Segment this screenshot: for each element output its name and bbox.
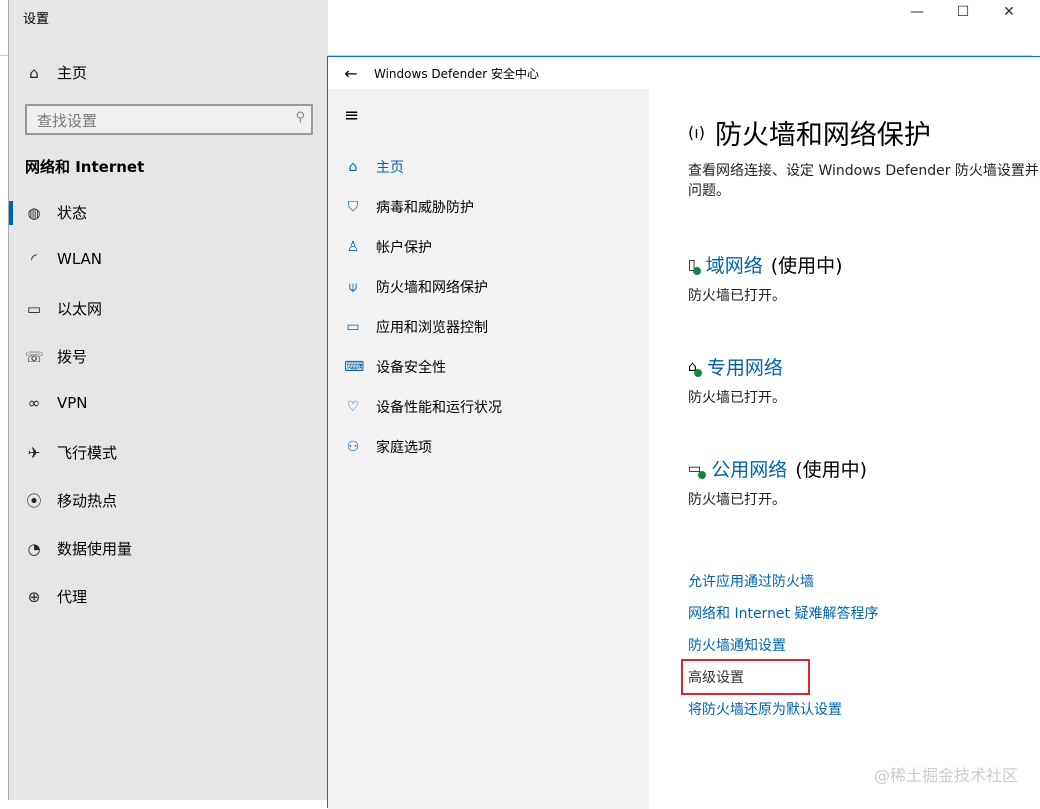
item-label: 飞行模式 — [57, 444, 118, 462]
item-label: 数据使用量 — [57, 540, 133, 558]
network-status: 防火墙已打开。 — [688, 492, 786, 508]
defender-titlebar: ← Windows Defender 安全中心 — [328, 57, 1040, 89]
item-label: WLAN — [57, 250, 103, 268]
nav-home[interactable]: ⌂ 主页 — [344, 157, 404, 177]
person-icon: ♙ — [346, 239, 360, 255]
settings-home[interactable]: ⌂ 主页 — [25, 62, 87, 83]
nav-family[interactable]: ⚇ 家庭选项 — [344, 437, 432, 457]
heart-icon: ♡ — [346, 399, 360, 415]
nav-label: 帐户保护 — [376, 240, 432, 256]
page-title-text: 防火墙和网络保护 — [714, 120, 931, 151]
sidebar-item-vpn[interactable]: ∞ VPN — [25, 394, 88, 412]
nav-device-health[interactable]: ♡ 设备性能和运行状况 — [344, 397, 502, 417]
item-label: 代理 — [57, 588, 88, 606]
network-private: ⌂ 专用网络 — [688, 353, 791, 380]
defender-title: Windows Defender 安全中心 — [374, 66, 539, 81]
sidebar-item-wlan[interactable]: ◜ WLAN — [25, 250, 102, 268]
restore-defaults-link[interactable]: 将防火墙还原为默认设置 — [688, 699, 842, 719]
section-heading: 网络和 Internet — [25, 158, 145, 176]
defender-window: ← Windows Defender 安全中心 ≡ ⌂ 主页 ⛉ 病毒和威胁防护 ♙… — [327, 56, 1040, 809]
hotspot-icon: ⦿ — [26, 492, 42, 510]
laptop-icon: ⌨ — [344, 359, 365, 375]
network-status: 防火墙已打开。 — [688, 288, 786, 304]
network-state: (使用中) — [770, 255, 843, 277]
public-network-icon: ▭ — [688, 461, 707, 479]
nav-label: 设备安全性 — [376, 360, 446, 376]
defender-nav: ≡ ⌂ 主页 ⛉ 病毒和威胁防护 ♙ 帐户保护 ⍦ 防火墙和网络保护 ▭ 应用和浏览器控制… — [328, 89, 649, 809]
sidebar-item-proxy[interactable]: ⊕ 代理 — [25, 586, 87, 607]
search-placeholder: 查找设置 — [37, 112, 98, 130]
item-label: 以太网 — [57, 300, 103, 318]
sidebar-item-status[interactable]: ◍ 状态 — [25, 202, 87, 223]
home-icon: ⌂ — [29, 63, 39, 82]
hamburger-menu-icon[interactable]: ≡ — [344, 105, 359, 126]
family-icon: ⚇ — [346, 439, 360, 455]
back-arrow-icon[interactable]: ← — [328, 64, 374, 83]
sidebar-item-hotspot[interactable]: ⦿ 移动热点 — [25, 490, 117, 511]
item-label: 状态 — [57, 204, 88, 222]
dialup-icon: ☏ — [25, 347, 44, 366]
minimize-button[interactable]: — — [894, 4, 940, 20]
nav-account[interactable]: ♙ 帐户保护 — [344, 237, 432, 257]
page-description: 查看网络连接、设定 Windows Defender 防火墙设置并 问题。 — [688, 161, 1039, 201]
domain-network-icon: ▯ — [688, 257, 701, 275]
allow-app-link[interactable]: 允许应用通过防火墙 — [688, 571, 814, 591]
nav-virus[interactable]: ⛉ 病毒和威胁防护 — [344, 197, 474, 217]
nav-device-security[interactable]: ⌨ 设备安全性 — [344, 357, 446, 377]
item-label: VPN — [57, 394, 88, 412]
private-network-link[interactable]: 专用网络 — [707, 353, 783, 380]
settings-window: 设置 ⌂ 主页 查找设置 ⚲ 网络和 Internet ◍ 状态 ◜ WLAN ▭ 以太网… — [8, 0, 328, 800]
sidebar-item-dialup[interactable]: ☏ 拨号 — [25, 346, 87, 367]
data-usage-icon: ◔ — [27, 539, 41, 558]
nav-firewall[interactable]: ⍦ 防火墙和网络保护 — [344, 277, 488, 297]
home-label: 主页 — [57, 64, 88, 82]
public-network-link[interactable]: 公用网络 — [711, 455, 787, 482]
airplane-icon: ✈ — [27, 443, 41, 462]
close-button[interactable]: ✕ — [986, 4, 1032, 20]
antenna-icon: ⍦ — [348, 279, 358, 295]
selection-indicator — [9, 201, 13, 225]
domain-network-link[interactable]: 域网络 — [706, 251, 763, 278]
nav-label: 家庭选项 — [376, 440, 432, 456]
item-label: 移动热点 — [57, 492, 118, 510]
settings-title: 设置 — [23, 12, 50, 27]
nav-label: 病毒和威胁防护 — [376, 200, 474, 216]
item-label: 拨号 — [57, 348, 88, 366]
desc-line-1: 查看网络连接、设定 Windows Defender 防火墙设置并 — [688, 163, 1039, 179]
antenna-icon: (ı) — [688, 123, 705, 142]
private-network-icon: ⌂ — [688, 359, 702, 377]
troubleshooter-link[interactable]: 网络和 Internet 疑难解答程序 — [688, 603, 879, 623]
globe-icon: ⊕ — [27, 587, 41, 606]
globe-status-icon: ◍ — [27, 203, 41, 222]
nav-label: 应用和浏览器控制 — [376, 320, 488, 336]
vpn-icon: ∞ — [27, 394, 41, 412]
maximize-button[interactable]: ☐ — [940, 4, 986, 20]
network-domain: ▯ 域网络 (使用中) — [688, 251, 843, 278]
search-input[interactable]: 查找设置 ⚲ — [25, 104, 313, 135]
network-status: 防火墙已打开。 — [688, 390, 786, 406]
nav-label: 设备性能和运行状况 — [376, 400, 502, 416]
home-icon: ⌂ — [348, 159, 358, 175]
page-title: (ı) 防火墙和网络保护 — [688, 113, 931, 152]
network-state: (使用中) — [795, 459, 868, 481]
ethernet-icon: ▭ — [26, 299, 42, 318]
desc-line-2: 问题。 — [688, 183, 730, 199]
shield-icon: ⛉ — [347, 199, 359, 215]
search-icon: ⚲ — [295, 110, 305, 125]
nav-label: 防火墙和网络保护 — [376, 280, 488, 296]
window-icon: ▭ — [346, 319, 360, 335]
watermark: @稀土掘金技术社区 — [873, 766, 1018, 785]
sidebar-item-ethernet[interactable]: ▭ 以太网 — [25, 298, 102, 319]
highlight-box — [681, 659, 810, 695]
sidebar-item-data-usage[interactable]: ◔ 数据使用量 — [25, 538, 132, 559]
network-public: ▭ 公用网络 (使用中) — [688, 455, 867, 482]
nav-label: 主页 — [376, 160, 404, 176]
wifi-icon: ◜ — [31, 250, 37, 268]
sidebar-item-airplane[interactable]: ✈ 飞行模式 — [25, 442, 117, 463]
nav-app-browser[interactable]: ▭ 应用和浏览器控制 — [344, 317, 488, 337]
notification-settings-link[interactable]: 防火墙通知设置 — [688, 635, 786, 655]
